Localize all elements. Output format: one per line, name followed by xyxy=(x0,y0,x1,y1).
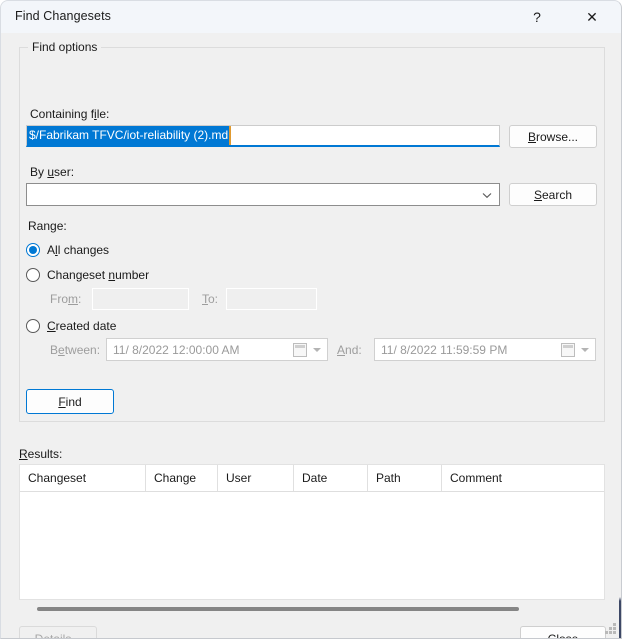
find-changesets-dialog: Find Changesets ? ✕ Find options Contain… xyxy=(0,0,622,639)
chevron-down-icon xyxy=(482,193,492,199)
browse-button[interactable]: Browse... xyxy=(509,125,597,148)
between-label: Between: xyxy=(50,343,101,357)
results-rows xyxy=(20,492,604,599)
between-date-value: 11/ 8/2022 12:00:00 AM xyxy=(113,342,240,357)
radio-changeset-number-label: Changeset number xyxy=(47,268,150,282)
and-label: And: xyxy=(337,343,362,357)
results-label: Results: xyxy=(19,447,63,461)
find-button[interactable]: Find xyxy=(26,389,114,414)
calendar-icon xyxy=(293,343,307,357)
to-input xyxy=(226,288,317,310)
radio-all-changes-indicator xyxy=(26,243,40,257)
radio-changeset-number-indicator xyxy=(26,268,40,282)
scrollbar-thumb[interactable] xyxy=(37,607,519,611)
column-header-comment[interactable]: Comment xyxy=(442,465,604,491)
column-header-date[interactable]: Date xyxy=(294,465,368,491)
window-title: Find Changesets xyxy=(15,9,112,23)
results-column-headers: Changeset Change User Date Path Comment xyxy=(20,465,604,492)
chevron-down-icon xyxy=(313,348,321,352)
radio-changeset-number[interactable]: Changeset number xyxy=(26,266,149,284)
radio-created-date[interactable]: Created date xyxy=(26,317,116,335)
results-panel: Changeset Change User Date Path Comment xyxy=(19,464,605,600)
column-header-user[interactable]: User xyxy=(218,465,294,491)
by-user-label: By user: xyxy=(30,165,75,179)
dialog-client-area: Find options Containing file: $/Fabrikam… xyxy=(1,33,621,638)
column-header-changeset[interactable]: Changeset xyxy=(20,465,146,491)
column-header-change[interactable]: Change xyxy=(146,465,218,491)
radio-created-date-label: Created date xyxy=(47,319,117,333)
containing-file-value: $/Fabrikam TFVC/iot-reliability (2).md xyxy=(27,126,232,145)
containing-file-label: Containing file: xyxy=(30,107,110,121)
close-icon[interactable]: ✕ xyxy=(569,1,615,33)
title-bar[interactable]: Find Changesets ? ✕ xyxy=(1,1,621,33)
range-label: Range: xyxy=(28,219,67,233)
by-user-combobox[interactable] xyxy=(26,183,500,206)
column-header-path[interactable]: Path xyxy=(368,465,442,491)
calendar-icon xyxy=(561,343,575,357)
find-options-group xyxy=(19,47,605,422)
and-date-picker: 11/ 8/2022 11:59:59 PM xyxy=(374,338,596,361)
help-icon[interactable]: ? xyxy=(514,1,560,33)
results-horizontal-scrollbar[interactable] xyxy=(19,603,605,615)
from-label: From: xyxy=(50,292,82,306)
search-button[interactable]: Search xyxy=(509,183,597,206)
to-label: To: xyxy=(202,292,219,306)
radio-all-changes[interactable]: All changes xyxy=(26,241,109,259)
radio-created-date-indicator xyxy=(26,319,40,333)
chevron-down-icon xyxy=(581,348,589,352)
from-input xyxy=(92,288,189,310)
close-button[interactable]: Close xyxy=(520,626,606,638)
radio-all-changes-label: All changes xyxy=(47,243,110,257)
details-button[interactable]: Details... xyxy=(19,626,97,638)
resize-grip-icon[interactable] xyxy=(604,622,617,635)
containing-file-input[interactable]: $/Fabrikam TFVC/iot-reliability (2).md xyxy=(26,125,500,147)
between-date-picker: 11/ 8/2022 12:00:00 AM xyxy=(106,338,328,361)
find-options-legend: Find options xyxy=(28,40,102,54)
and-date-value: 11/ 8/2022 11:59:59 PM xyxy=(381,342,508,357)
